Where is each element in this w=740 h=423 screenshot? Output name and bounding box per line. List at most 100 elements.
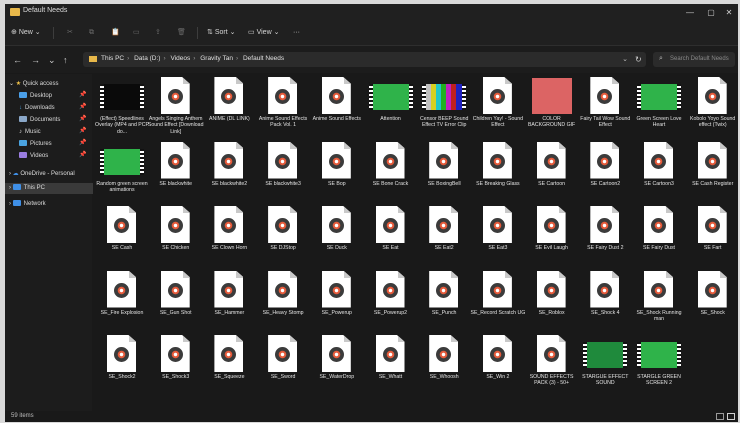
sidebar-item-network[interactable]: › Network xyxy=(9,199,46,210)
file-item[interactable]: SE_Whoosh xyxy=(418,333,470,401)
sidebar-item-documents[interactable]: Documents xyxy=(19,115,60,126)
refresh-icon[interactable]: ↻ xyxy=(635,55,642,64)
pin-icon[interactable]: 📌 xyxy=(79,139,86,146)
file-item[interactable]: SE_Sword xyxy=(257,333,309,401)
file-item[interactable]: SE_Shock xyxy=(687,269,738,337)
file-item[interactable]: STARGUE EFFECT SOUND xyxy=(579,333,631,401)
pin-icon[interactable]: 📌 xyxy=(79,115,86,122)
file-item[interactable]: SE_Heavy Stomp xyxy=(257,269,309,337)
file-item[interactable]: Green Screen Love Heart xyxy=(633,75,685,143)
file-item[interactable]: SE Cartoon xyxy=(526,140,578,208)
recent-chevron-icon[interactable]: ⌄ xyxy=(48,55,56,66)
file-item[interactable]: SE BoxingBell xyxy=(418,140,470,208)
maximize-button[interactable]: ▢ xyxy=(702,6,720,19)
breadcrumb-default-needs[interactable]: Default Needs xyxy=(243,55,284,62)
forward-arrow-icon[interactable]: → xyxy=(31,55,40,65)
file-item[interactable]: SE_Hammer xyxy=(203,269,255,337)
file-item[interactable]: SE_Gun Shot xyxy=(150,269,202,337)
file-item[interactable]: SE_Shock Running man xyxy=(633,269,685,337)
address-bar[interactable]: This PC › Data (D:) › Videos › Gravity Tan ›… xyxy=(83,52,646,67)
large-icons-view-icon[interactable] xyxy=(727,413,735,420)
file-item[interactable]: Random green screen animations xyxy=(96,140,148,208)
file-item[interactable]: SE Evil Laugh xyxy=(526,204,578,272)
file-item[interactable]: Children Yay! - Sound Effect xyxy=(472,75,524,143)
file-item[interactable]: SE Eat xyxy=(365,204,417,272)
file-item[interactable]: (Effect) Speedlines Overlay (MP4 and PCP… xyxy=(95,75,149,143)
file-item[interactable]: SE blackwhite3 xyxy=(257,140,309,208)
file-item[interactable]: SE_Win 2 xyxy=(472,333,524,401)
file-item[interactable]: SE blackwhite xyxy=(150,140,202,208)
file-item[interactable]: Attention xyxy=(365,75,417,143)
sidebar-item-music[interactable]: ♪ Music xyxy=(19,127,41,138)
file-item[interactable]: SE_Record Scratch UG xyxy=(471,269,525,337)
back-arrow-icon[interactable]: ← xyxy=(13,55,22,65)
file-item[interactable]: SE Bop xyxy=(311,140,363,208)
file-item[interactable]: SE Eat2 xyxy=(418,204,470,272)
file-item[interactable]: SE_Shock2 xyxy=(96,333,148,401)
file-item[interactable]: STARGLE GREEN SCREEN 2 xyxy=(633,333,685,401)
file-item[interactable]: SE_Powerup2 xyxy=(365,269,417,337)
file-item[interactable]: Fairy Tail Wow Sound Effect xyxy=(579,75,631,143)
file-item[interactable]: ANIME (DL LINK) xyxy=(203,75,255,143)
breadcrumb-this-pc[interactable]: This PC xyxy=(101,55,124,62)
file-item[interactable]: SE_Powerup xyxy=(311,269,363,337)
rename-icon[interactable]: ▭ xyxy=(133,27,140,39)
pin-icon[interactable]: 📌 xyxy=(79,127,86,134)
delete-icon[interactable]: 🗑 xyxy=(177,27,186,39)
file-item[interactable]: SE Duck xyxy=(311,204,363,272)
file-item[interactable]: SE_Shock 4 xyxy=(579,269,631,337)
file-item[interactable]: SE_Squeeze xyxy=(203,333,255,401)
sidebar-item-quick-access[interactable]: ⌄ ★ Quick access xyxy=(9,79,58,90)
chevron-down-icon[interactable]: ⌄ xyxy=(622,55,628,63)
file-item[interactable]: SE Cash xyxy=(96,204,148,272)
sidebar-item-desktop[interactable]: Desktop xyxy=(19,91,52,102)
new-button[interactable]: ⊕ New ⌄ xyxy=(11,27,41,39)
file-item[interactable]: SE_WaterDrop xyxy=(311,333,363,401)
file-item[interactable]: SE blackwhite2 xyxy=(203,140,255,208)
file-item[interactable]: SE Bone Crack xyxy=(365,140,417,208)
breadcrumb-gravity-tan[interactable]: Gravity Tan xyxy=(200,55,233,62)
sort-button[interactable]: ⇅ Sort ⌄ xyxy=(207,27,235,39)
file-item[interactable]: SE_Shock3 xyxy=(150,333,202,401)
file-item[interactable]: SE_Roblox xyxy=(526,269,578,337)
up-arrow-icon[interactable]: ↑ xyxy=(63,55,68,65)
pin-icon[interactable]: 📌 xyxy=(79,103,86,110)
file-item[interactable]: SE Cartoon2 xyxy=(579,140,631,208)
file-item[interactable]: SE_Whatt xyxy=(365,333,417,401)
file-item[interactable]: SE DJStop xyxy=(257,204,309,272)
file-item[interactable]: Kobolo Yoyo Sound effect (Twix) xyxy=(687,75,738,143)
file-item[interactable]: Censor BEEP Sound Effect TV Error Clip xyxy=(418,75,470,143)
sidebar-item-downloads[interactable]: ↓ Downloads xyxy=(19,103,55,114)
file-item[interactable]: SE Fairy Dust 2 xyxy=(579,204,631,272)
file-item[interactable]: SE Fairy Dust xyxy=(633,204,685,272)
sidebar-item-pictures[interactable]: Pictures xyxy=(19,139,52,150)
file-item[interactable]: SE Breaking Glass xyxy=(472,140,524,208)
paste-icon[interactable]: 📋 xyxy=(111,27,120,39)
more-button[interactable]: ··· xyxy=(293,27,300,39)
sidebar-item-this-pc[interactable]: › This PC xyxy=(5,183,93,194)
file-item[interactable]: Anime Sound Effects xyxy=(311,75,363,143)
file-item[interactable]: Angels Singing Anthem Sound Effect [Down… xyxy=(148,75,203,143)
sidebar-item-videos[interactable]: Videos xyxy=(19,151,48,162)
file-item[interactable]: SE_Fire Explosion xyxy=(96,269,148,337)
minimize-button[interactable]: — xyxy=(681,6,699,19)
search-input[interactable]: ⌕ Search Default Needs xyxy=(653,52,735,67)
file-item[interactable]: SE Cartoon3 xyxy=(633,140,685,208)
pin-icon[interactable]: 📌 xyxy=(79,151,86,158)
breadcrumb-videos[interactable]: Videos xyxy=(170,55,190,62)
details-view-icon[interactable] xyxy=(716,413,724,420)
file-item[interactable]: COLOR BACKGROUND GIF xyxy=(526,75,578,143)
file-item[interactable]: SE Fart xyxy=(687,204,738,272)
copy-icon[interactable]: ⧉ xyxy=(89,27,94,39)
file-item[interactable]: SE_Punch xyxy=(418,269,470,337)
share-icon[interactable]: ⇪ xyxy=(155,27,161,39)
cut-icon[interactable]: ✂ xyxy=(67,27,73,39)
sidebar-item-onedrive[interactable]: › ☁ OneDrive - Personal xyxy=(9,169,75,180)
file-item[interactable]: SE Clown Horn xyxy=(203,204,255,272)
file-item[interactable]: SE Eat3 xyxy=(472,204,524,272)
file-item[interactable]: SOUND EFFECTS PACK (3) - 50+ xyxy=(526,333,578,401)
breadcrumb-data-drive[interactable]: Data (D:) xyxy=(134,55,160,62)
close-button[interactable]: ✕ xyxy=(720,6,738,19)
file-item[interactable]: Anime Sound Effects Pack Vol. 1 xyxy=(257,75,309,143)
view-button[interactable]: ▭ View ⌄ xyxy=(248,27,279,39)
